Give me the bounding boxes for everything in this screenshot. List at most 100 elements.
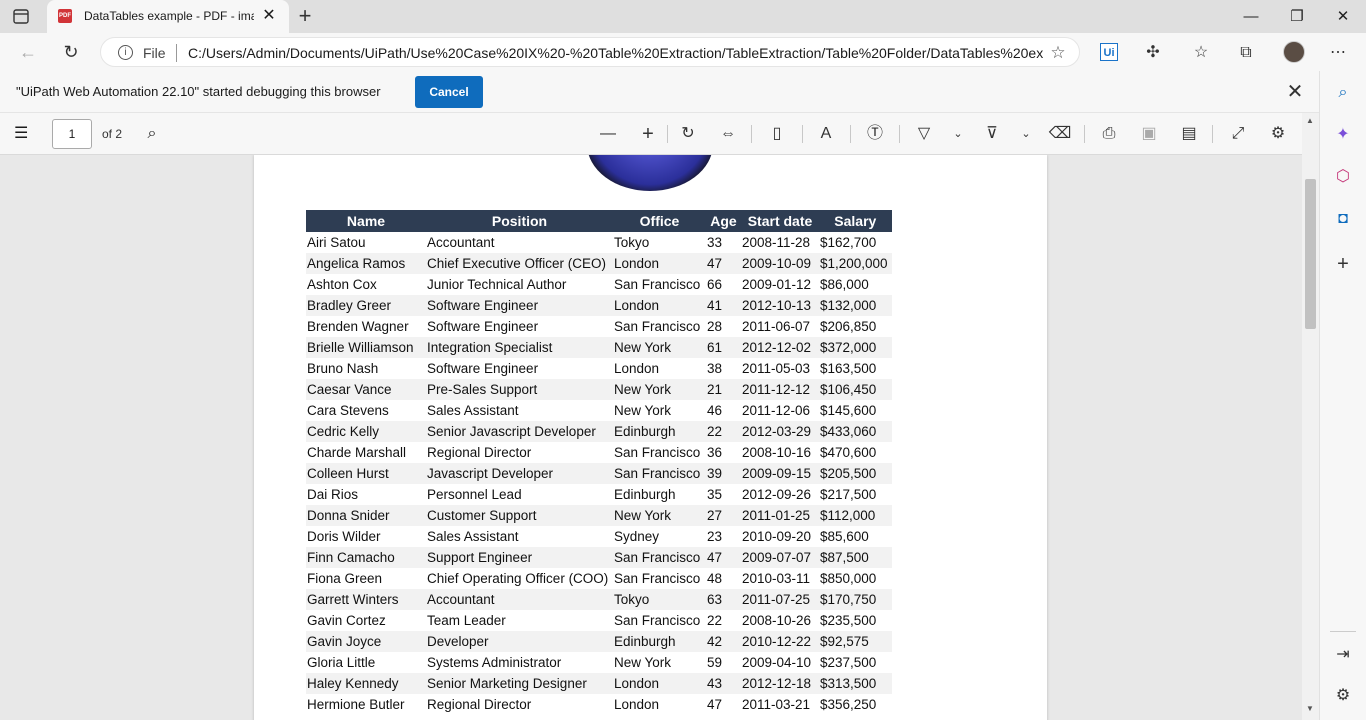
table-cell: 2011-01-25 [741,505,819,526]
table-cell: San Francisco [614,613,701,628]
scrollbar-thumb[interactable] [1305,179,1316,329]
table-cell: San Francisco [613,547,706,568]
close-window-icon[interactable]: ✕ [1320,0,1366,33]
page-number-input[interactable]: 1 [52,119,92,149]
table-cell: Gavin Joyce [306,631,426,652]
table-row: Airi Satou Accountant Tokyo 33 2008-11-28 $16… [306,232,892,253]
read-aloud-icon[interactable]: A [814,123,838,145]
table-cell: 63 [706,589,741,610]
table-cell: Senior Marketing Designer [426,673,613,694]
close-tab-icon[interactable]: ✕ [259,6,279,26]
table-row: Cara Stevens Sales Assistant New York 46 201… [306,400,892,421]
fit-width-icon[interactable]: ⇔ [716,123,740,145]
uipath-extension-icon[interactable]: Ui [1100,43,1118,61]
table-cell: New York [613,337,706,358]
more-menu-icon[interactable]: ⋯ [1327,42,1349,64]
table-cell: 2011-05-03 [742,361,811,376]
table-cell: 2009-04-10 [742,655,812,670]
page-total-label: of 2 [102,127,123,141]
favorites-icon[interactable]: ☆ [1190,42,1212,64]
table-cell: Brenden Wagner [307,319,409,334]
table-cell: $112,000 [819,505,892,526]
search-icon[interactable]: ⌕ [1332,82,1354,104]
info-icon[interactable]: i [118,45,133,60]
table-row: Haley Kennedy Senior Marketing Designer Lo… [306,673,892,694]
file-scheme-label: File [143,45,166,61]
erase-icon[interactable]: ⌫ [1048,123,1072,145]
refresh-icon[interactable]: ↻ [57,38,85,66]
toolbar-separator [899,125,900,143]
draw-options-chevron-down-icon[interactable]: ⌄ [946,123,970,145]
table-cell: New York [613,505,706,526]
table-cell: $205,500 [819,463,892,484]
table-cell: Team Leader [427,613,506,628]
profile-avatar[interactable] [1283,41,1305,63]
collections-icon[interactable]: ⧉ [1235,42,1257,64]
close-infobar-icon[interactable]: ✕ [1283,80,1307,104]
column-header: Office [613,210,706,232]
hide-sidebar-icon[interactable]: ⇥ [1332,644,1354,666]
address-bar[interactable]: i File C:/Users/Admin/Documents/UiPath/U… [100,37,1080,67]
zoom-in-icon[interactable]: + [636,123,660,145]
add-text-icon[interactable]: Ⓣ [863,123,887,145]
table-cell: Accountant [426,589,613,610]
table-row: Bruno Nash Software Engineer London 38 2011-… [306,358,892,379]
table-of-contents-icon[interactable]: ☰ [14,124,36,144]
fullscreen-icon[interactable]: ⤢ [1226,123,1250,145]
debugging-infobar: "UiPath Web Automation 22.10" started de… [0,71,1319,113]
table-cell: 22 [707,613,723,628]
table-cell: Senior Javascript Developer [426,421,613,442]
copilot-icon[interactable]: ✦ [1332,124,1354,146]
add-sidebar-icon[interactable]: + [1332,253,1354,275]
extensions-icon[interactable]: ✣ [1142,42,1164,64]
logo-image [587,155,713,191]
table-cell: Sydney [614,529,660,544]
table-cell: London [614,361,660,376]
table-cell: Airi Satou [307,235,366,250]
restore-icon[interactable]: ❐ [1274,0,1320,33]
back-icon[interactable]: ← [14,38,42,66]
rotate-icon[interactable]: ↻ [676,123,700,145]
table-cell: Finn Camacho [306,547,426,568]
table-cell: Tokyo [614,235,650,250]
table-row: Dai Rios Personnel Lead Edinburgh 35 2012-09… [306,484,892,505]
table-row: Brielle Williamson Integration Specialist… [306,337,892,358]
table-cell: 47 [706,253,741,274]
print-icon[interactable]: ⎙ [1097,123,1121,145]
table-cell: Software Engineer [427,319,539,334]
outlook-icon[interactable]: ◘ [1332,208,1354,230]
table-cell: $163,500 [820,361,877,376]
new-tab-icon[interactable]: + [294,5,316,27]
sidebar-settings-icon[interactable]: ⚙ [1332,685,1354,707]
vertical-scrollbar[interactable]: ▲ ▼ [1302,113,1319,720]
scroll-down-icon[interactable]: ▼ [1306,704,1314,713]
cancel-button[interactable]: Cancel [415,76,483,108]
table-row: Caesar Vance Pre-Sales Support New York 21 2… [306,379,892,400]
tab-actions-icon[interactable] [10,8,32,26]
table-row: Charde Marshall Regional Director San Fran… [306,442,892,463]
minimize-icon[interactable]: — [1228,0,1274,33]
save-as-icon[interactable]: ▤ [1177,123,1201,145]
find-icon[interactable]: ⌕ [141,123,163,145]
url-text[interactable]: C:/Users/Admin/Documents/UiPath/Use%20Ca… [188,45,1043,61]
zoom-out-icon[interactable]: — [596,123,620,145]
table-cell: 2012-12-18 [741,673,819,694]
pdf-settings-icon[interactable]: ⚙ [1266,123,1290,145]
table-cell: 39 [706,463,741,484]
page-view-icon[interactable]: ▯ [765,123,789,145]
draw-icon[interactable]: ▽ [912,123,936,145]
add-favorite-icon[interactable]: ☆ [1047,42,1069,64]
table-row: Fiona Green Chief Operating Officer (COO)… [306,568,892,589]
table-cell: London [613,295,706,316]
table-cell: 2010-09-20 [742,529,812,544]
highlight-options-chevron-down-icon[interactable]: ⌄ [1014,123,1038,145]
browser-tab[interactable]: PDF DataTables example - PDF - imag ✕ [47,0,289,33]
office-icon[interactable]: ⬡ [1332,166,1354,188]
table-cell: 2008-11-28 [742,235,811,250]
table-cell: Junior Technical Author [427,277,567,292]
table-cell: 27 [706,505,741,526]
table-cell: Hermione Butler [307,697,405,712]
highlight-icon[interactable]: ⊽ [980,123,1004,145]
table-cell: $106,450 [819,379,892,400]
scroll-up-icon[interactable]: ▲ [1306,116,1314,125]
